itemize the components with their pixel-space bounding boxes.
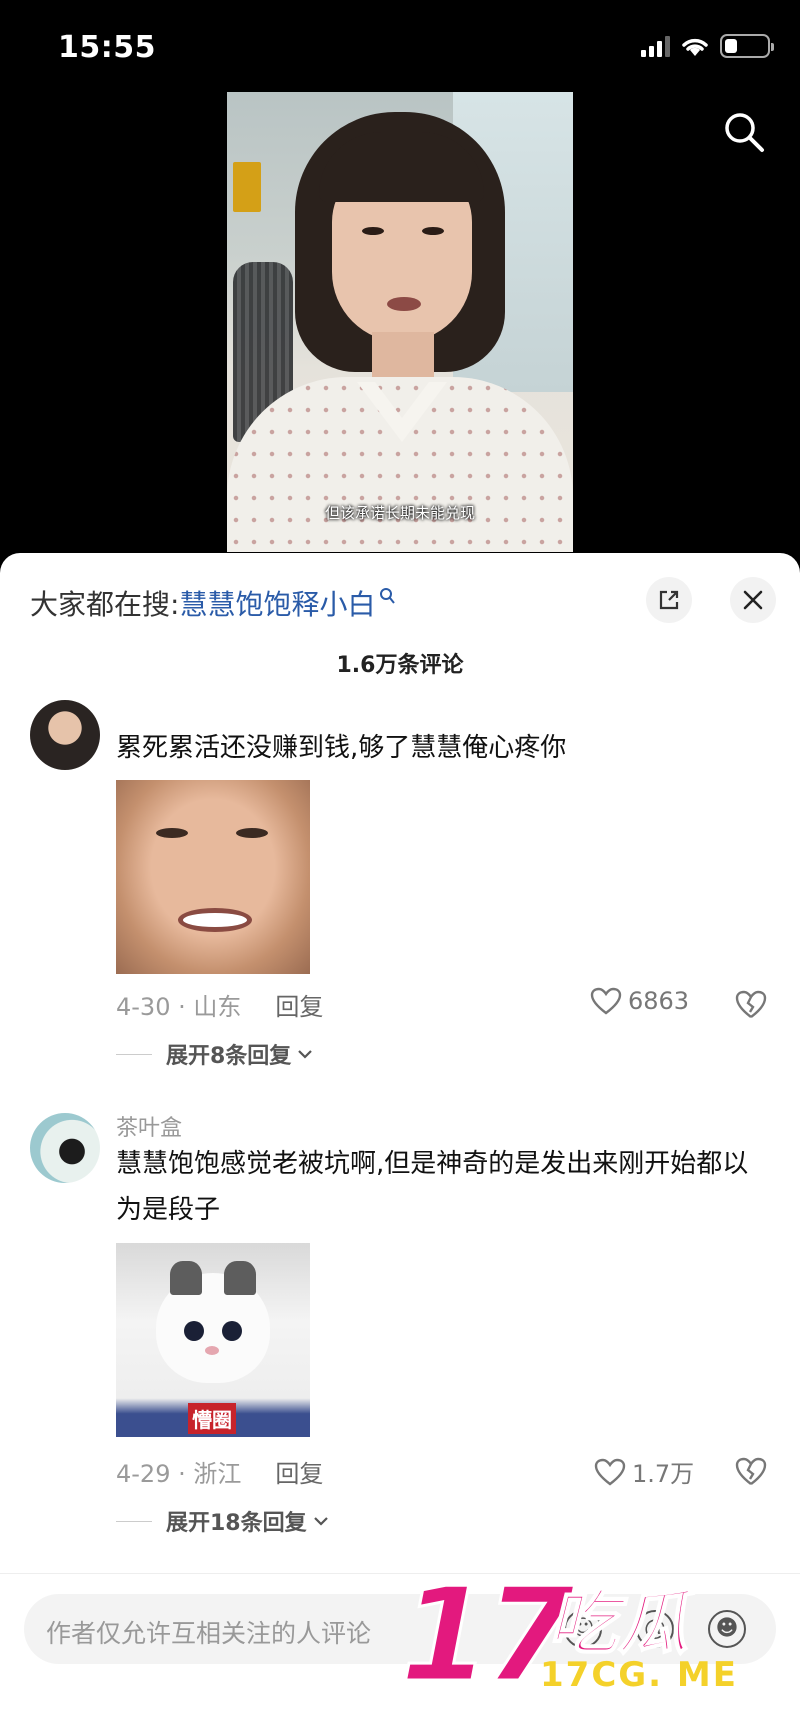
heart-icon	[594, 1458, 626, 1486]
like-count: 6863	[628, 987, 690, 1015]
comment-count: 1.6万条评论	[336, 653, 464, 678]
comment-meta: 4-29 · 浙江 回复	[116, 1454, 323, 1489]
hot-search-prefix: 大家都在搜:	[30, 588, 180, 621]
comment-meta: 4-30 · 山东 回复	[116, 987, 323, 1022]
like-button[interactable]: 1.7万	[594, 1454, 694, 1489]
close-icon	[743, 590, 763, 610]
comment-username[interactable]: 茶叶盒	[116, 1110, 182, 1142]
status-bar: 15:55	[0, 0, 800, 95]
heart-icon	[590, 987, 622, 1015]
cellular-signal-icon	[641, 35, 670, 57]
comment-date-location: 4-29 · 浙江	[116, 1460, 242, 1488]
watermark-chinese: 吃瓜	[547, 1581, 689, 1665]
watermark-logo: 17 吃瓜 17CG. ME	[399, 1558, 780, 1713]
comment-sheet: 大家都在搜: 慧慧饱饱释小白 1.6万条评论 累死累活还没赚到钱,够了慧慧俺心疼…	[0, 553, 800, 1731]
expand-replies-label: 展开18条回复	[166, 1511, 307, 1536]
comment-sticker-image[interactable]	[116, 780, 310, 974]
sticker-caption: 懵圈	[188, 1403, 236, 1434]
expand-replies-button[interactable]: 展开8条回复	[116, 1038, 313, 1070]
hot-search-term[interactable]: 慧慧饱饱释小白	[179, 583, 375, 623]
poster-image	[233, 162, 261, 212]
hot-search-bar[interactable]: 大家都在搜: 慧慧饱饱释小白	[30, 583, 396, 623]
like-button[interactable]: 6863	[590, 987, 689, 1015]
like-count: 1.7万	[632, 1460, 695, 1488]
search-icon[interactable]	[722, 110, 766, 154]
expand-replies-label: 展开8条回复	[166, 1044, 292, 1069]
expand-icon	[659, 590, 679, 610]
battery-icon	[720, 34, 774, 58]
status-icons	[641, 34, 774, 58]
video-subtitle: 但该承诺长期未能兑现	[324, 504, 475, 522]
status-time: 15:55	[58, 30, 156, 65]
comment-sticker-image[interactable]: 懵圈	[116, 1243, 310, 1437]
comment-text: 慧慧饱饱感觉老被坑啊,但是神奇的是发出来刚开始都以为是段子	[116, 1149, 749, 1225]
reply-button[interactable]: 回复	[275, 987, 323, 1022]
small-search-icon	[380, 588, 396, 604]
dislike-icon[interactable]	[734, 1455, 768, 1487]
expand-replies-button[interactable]: 展开18条回复	[116, 1505, 329, 1537]
reply-button[interactable]: 回复	[275, 1454, 323, 1489]
comment-input-placeholder: 作者仅允许互相关注的人评论	[46, 1619, 372, 1648]
expand-button[interactable]	[646, 577, 692, 623]
comment-date-location: 4-30 · 山东	[116, 993, 242, 1021]
watermark-domain: 17CG. ME	[540, 1655, 738, 1695]
dislike-icon[interactable]	[734, 988, 768, 1020]
comment-text: 累死累活还没赚到钱,够了慧慧俺心疼你	[116, 733, 567, 763]
video-player[interactable]: 但该承诺长期未能兑现	[227, 92, 573, 552]
chevron-down-icon	[313, 1517, 328, 1526]
close-button[interactable]	[730, 577, 776, 623]
chevron-down-icon	[298, 1050, 313, 1059]
avatar[interactable]	[30, 1113, 100, 1183]
avatar[interactable]	[30, 700, 100, 770]
wifi-icon	[682, 38, 708, 56]
